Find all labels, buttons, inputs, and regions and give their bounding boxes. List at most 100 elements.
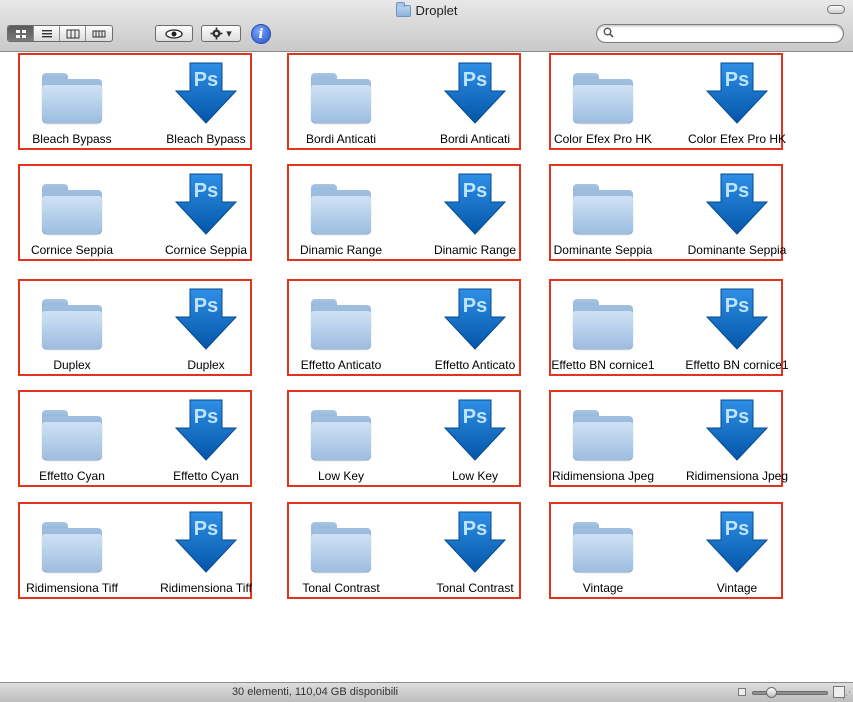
- folder-item[interactable]: Ridimensiona Tiff: [5, 504, 139, 597]
- folder-icon: [309, 510, 373, 574]
- get-info-button[interactable]: i: [251, 24, 271, 44]
- item-label: Dinamic Range: [433, 243, 517, 257]
- search-input[interactable]: [618, 27, 838, 40]
- folder-item[interactable]: Tonal Contrast: [274, 504, 408, 597]
- svg-text:Ps: Ps: [194, 69, 218, 91]
- item-label: Effetto Anticato: [300, 358, 382, 372]
- item-label: Effetto Cyan: [39, 469, 105, 483]
- droplet-group: Effetto Cyan Ps Effetto Cyan: [18, 390, 252, 487]
- folder-icon: [40, 398, 104, 462]
- column-view-button[interactable]: [60, 26, 86, 41]
- item-label: Dominante Seppia: [553, 243, 653, 257]
- item-label: Color Efex Pro HK: [553, 132, 653, 146]
- svg-text:Ps: Ps: [194, 180, 218, 202]
- folder-item[interactable]: Color Efex Pro HK: [536, 55, 670, 148]
- photoshop-droplet-icon: Ps: [174, 510, 238, 574]
- icon-view-button[interactable]: [8, 26, 34, 41]
- search-field[interactable]: [596, 24, 844, 43]
- folder-item[interactable]: Duplex: [5, 281, 139, 374]
- droplet-item[interactable]: Ps Color Efex Pro HK: [670, 55, 804, 148]
- folder-item[interactable]: Effetto Anticato: [274, 281, 408, 374]
- folder-icon: [395, 1, 411, 17]
- folder-icon: [40, 287, 104, 351]
- folder-item[interactable]: Bleach Bypass: [5, 55, 139, 148]
- folder-item[interactable]: Dinamic Range: [274, 166, 408, 259]
- droplet-item[interactable]: Ps Effetto BN cornice1: [670, 281, 804, 374]
- droplet-item[interactable]: Ps Bleach Bypass: [139, 55, 273, 148]
- item-label: Vintage: [716, 581, 758, 595]
- svg-text:Ps: Ps: [725, 180, 749, 202]
- droplet-item[interactable]: Ps Cornice Seppia: [139, 166, 273, 259]
- window-title: Droplet: [415, 3, 458, 18]
- droplet-item[interactable]: Ps Effetto Anticato: [408, 281, 542, 374]
- item-label: Duplex: [187, 358, 225, 372]
- svg-text:Ps: Ps: [194, 406, 218, 428]
- toolbar-toggle-button[interactable]: [827, 5, 845, 14]
- item-label: Vintage: [582, 581, 624, 595]
- action-menu-button[interactable]: ▾: [201, 25, 241, 42]
- droplet-group: Dinamic Range Ps Dinamic Range: [287, 164, 521, 261]
- item-label: Cornice Seppia: [164, 243, 248, 257]
- resize-grip-icon[interactable]: ⋰: [842, 690, 851, 701]
- slider-knob[interactable]: [766, 687, 778, 698]
- photoshop-droplet-icon: Ps: [174, 61, 238, 125]
- folder-item[interactable]: Cornice Seppia: [5, 166, 139, 259]
- droplet-item[interactable]: Ps Duplex: [139, 281, 273, 374]
- item-label: Effetto BN cornice1: [685, 358, 789, 372]
- droplet-group: Bordi Anticati Ps Bordi Anticati: [287, 53, 521, 150]
- item-label: Duplex: [53, 358, 91, 372]
- droplet-group: Effetto Anticato Ps Effetto Anticato: [287, 279, 521, 376]
- folder-icon: [309, 398, 373, 462]
- photoshop-droplet-icon: Ps: [174, 398, 238, 462]
- droplet-item[interactable]: Ps Tonal Contrast: [408, 504, 542, 597]
- item-label: Bleach Bypass: [166, 132, 246, 146]
- item-label: Color Efex Pro HK: [687, 132, 787, 146]
- item-label: Ridimensiona Tiff: [26, 581, 118, 595]
- droplet-group: Duplex Ps Duplex: [18, 279, 252, 376]
- svg-text:Ps: Ps: [463, 518, 487, 540]
- item-label: Cornice Seppia: [30, 243, 114, 257]
- droplet-item[interactable]: Ps Ridimensiona Tiff: [139, 504, 273, 597]
- icon-view-icon: [15, 29, 26, 38]
- svg-text:Ps: Ps: [463, 69, 487, 91]
- gear-icon: [210, 27, 223, 40]
- coverflow-view-button[interactable]: [86, 26, 112, 41]
- svg-text:Ps: Ps: [725, 406, 749, 428]
- coverflow-view-icon: [92, 30, 106, 37]
- folder-item[interactable]: Dominante Seppia: [536, 166, 670, 259]
- toolbar: Droplet ▾ i: [0, 0, 853, 52]
- item-label: Bordi Anticati: [439, 132, 511, 146]
- droplet-item[interactable]: Ps Vintage: [670, 504, 804, 597]
- icon-size-slider[interactable]: [752, 687, 828, 698]
- photoshop-droplet-icon: Ps: [443, 510, 507, 574]
- folder-item[interactable]: Vintage: [536, 504, 670, 597]
- droplet-item[interactable]: Ps Effetto Cyan: [139, 392, 273, 485]
- droplet-item[interactable]: Ps Dominante Seppia: [670, 166, 804, 259]
- folder-item[interactable]: Ridimensiona Jpeg: [536, 392, 670, 485]
- folder-icon: [309, 172, 373, 236]
- droplet-item[interactable]: Ps Ridimensiona Jpeg: [670, 392, 804, 485]
- status-bar: 30 elementi, 110,04 GB disponibili ⋰: [0, 682, 853, 702]
- folder-item[interactable]: Bordi Anticati: [274, 55, 408, 148]
- quick-look-button[interactable]: [155, 25, 193, 42]
- list-view-button[interactable]: [34, 26, 60, 41]
- item-label: Low Key: [317, 469, 365, 483]
- folder-item[interactable]: Effetto BN cornice1: [536, 281, 670, 374]
- item-label: Ridimensiona Tiff: [160, 581, 252, 595]
- folder-icon: [40, 61, 104, 125]
- svg-text:Ps: Ps: [725, 69, 749, 91]
- folder-icon: [40, 510, 104, 574]
- svg-text:Ps: Ps: [725, 295, 749, 317]
- photoshop-droplet-icon: Ps: [705, 172, 769, 236]
- droplet-item[interactable]: Ps Low Key: [408, 392, 542, 485]
- droplet-group: Low Key Ps Low Key: [287, 390, 521, 487]
- finder-window: Droplet ▾ i Bleach Bypass Ps Bleach Bypa…: [0, 0, 853, 702]
- folder-item[interactable]: Low Key: [274, 392, 408, 485]
- droplet-item[interactable]: Ps Bordi Anticati: [408, 55, 542, 148]
- icon-view-content: Bleach Bypass Ps Bleach Bypass Bordi Antica…: [0, 53, 853, 682]
- svg-text:Ps: Ps: [463, 180, 487, 202]
- item-label: Effetto Cyan: [173, 469, 239, 483]
- droplet-group: Ridimensiona Tiff Ps Ridimensiona Tiff: [18, 502, 252, 599]
- droplet-item[interactable]: Ps Dinamic Range: [408, 166, 542, 259]
- folder-item[interactable]: Effetto Cyan: [5, 392, 139, 485]
